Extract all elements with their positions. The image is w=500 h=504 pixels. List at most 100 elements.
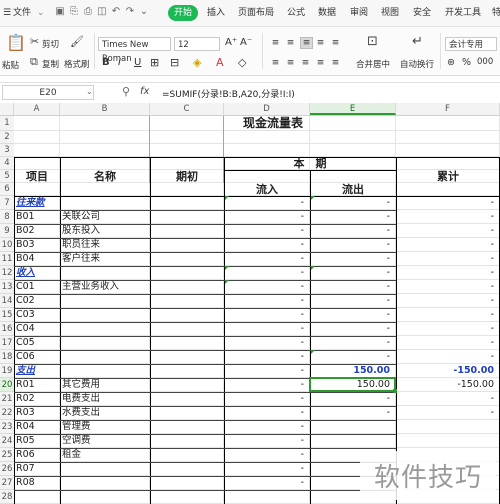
cell-d-14[interactable]: - — [226, 294, 304, 308]
name-box[interactable]: E20 — [2, 85, 94, 100]
item-name[interactable] — [62, 476, 148, 490]
percent-button[interactable]: % — [462, 57, 471, 68]
item-name[interactable]: 客户往来 — [62, 252, 148, 266]
cell-f-21[interactable]: - — [398, 392, 494, 406]
item-name[interactable]: 其它费用 — [62, 378, 148, 392]
cell-f-22[interactable]: - — [398, 406, 494, 420]
row-header-7[interactable]: 7 — [0, 196, 14, 210]
item-code[interactable]: R08 — [16, 476, 58, 490]
cell-e-13[interactable]: - — [312, 280, 390, 294]
cell-e-10[interactable]: - — [312, 238, 390, 252]
cell-d-11[interactable]: - — [226, 252, 304, 266]
cell-f-8[interactable]: - — [398, 210, 494, 224]
number-format-select[interactable]: 会计专用 — [445, 37, 497, 51]
underline-button[interactable]: U — [134, 57, 141, 68]
item-name[interactable] — [62, 350, 148, 364]
align-left-icon[interactable]: ≡ — [270, 58, 281, 68]
row-header-3[interactable]: 3 — [0, 144, 14, 157]
cell-f-11[interactable]: - — [398, 252, 494, 266]
align-middle-icon[interactable]: ≡ — [285, 38, 296, 48]
wrap-text-button[interactable]: 自动换行 — [400, 58, 434, 70]
row-header-20[interactable]: 20 — [0, 378, 14, 392]
cell-f-12[interactable]: - — [398, 266, 494, 280]
cell-d-22[interactable]: - — [226, 406, 304, 420]
row-header-28[interactable]: 28 — [0, 490, 14, 504]
row-header-26[interactable]: 26 — [0, 462, 14, 476]
cell-d-15[interactable]: - — [226, 308, 304, 322]
align-top-icon[interactable]: ≡ — [270, 38, 281, 48]
undo-icon[interactable]: ↶ — [111, 7, 121, 17]
row-header-16[interactable]: 16 — [0, 322, 14, 336]
row-header-21[interactable]: 21 — [0, 392, 14, 406]
item-name[interactable] — [62, 322, 148, 336]
cut-button[interactable]: 剪切 — [42, 38, 59, 50]
merge-center-button[interactable]: 合并居中 — [356, 58, 390, 70]
indent-increase-icon[interactable]: ≡ — [330, 38, 341, 48]
row-header-27[interactable]: 27 — [0, 476, 14, 490]
thousands-button[interactable]: 000 — [477, 57, 493, 67]
cell-d-27[interactable]: - — [226, 476, 304, 490]
row-header-24[interactable]: 24 — [0, 434, 14, 448]
paste-button[interactable]: 粘贴 — [2, 59, 19, 71]
item-name[interactable] — [62, 364, 148, 378]
cell-area[interactable]: 现金流量表 项目 名称 期初本 期流入 流出 累计 往来款 - - - B01 关联公司 - - - B02 股… — [14, 116, 500, 504]
item-code[interactable]: R04 — [16, 420, 58, 434]
row-header-5[interactable]: 5 — [0, 170, 14, 183]
column-header-f[interactable]: F — [396, 103, 500, 115]
item-code[interactable]: C04 — [16, 322, 58, 336]
item-name[interactable]: 空调费 — [62, 434, 148, 448]
item-name[interactable] — [62, 196, 148, 210]
item-code[interactable]: R03 — [16, 406, 58, 420]
tab-security[interactable]: 安全 — [413, 6, 431, 20]
file-menu[interactable]: 文件 — [13, 6, 31, 20]
cell-e-8[interactable]: - — [312, 210, 390, 224]
copy-button[interactable]: 复制 — [42, 58, 59, 70]
row-header-1[interactable]: 1 — [0, 116, 14, 131]
cell-e-14[interactable]: - — [312, 294, 390, 308]
item-code[interactable]: R05 — [16, 434, 58, 448]
hamburger-icon[interactable]: ☰ — [3, 6, 11, 20]
row-header-9[interactable]: 9 — [0, 224, 14, 238]
eraser-icon[interactable]: ◇ — [238, 56, 246, 69]
item-name[interactable]: 电费支出 — [62, 392, 148, 406]
tab-formulas[interactable]: 公式 — [287, 6, 305, 20]
bold-button[interactable]: B — [102, 57, 110, 68]
tab-data[interactable]: 数据 — [318, 6, 336, 20]
item-name[interactable]: 主营业务收入 — [62, 280, 148, 294]
cell-f-18[interactable]: - — [398, 350, 494, 364]
select-all-corner[interactable] — [0, 103, 14, 115]
tab-home[interactable]: 开始 — [168, 5, 199, 21]
cell-d-8[interactable]: - — [226, 210, 304, 224]
column-header-a[interactable]: A — [14, 103, 60, 115]
item-name[interactable] — [62, 336, 148, 350]
item-code[interactable]: C05 — [16, 336, 58, 350]
cell-e-7[interactable]: - — [312, 196, 390, 210]
item-name[interactable] — [62, 266, 148, 280]
tab-review[interactable]: 审阅 — [350, 6, 368, 20]
cell-d-12[interactable]: - — [226, 266, 304, 280]
column-header-e[interactable]: E — [310, 103, 396, 115]
item-code[interactable]: C03 — [16, 308, 58, 322]
align-center-icon[interactable]: ≡ — [285, 58, 296, 68]
brush-icon[interactable]: 🖌 — [70, 36, 84, 48]
align-bottom-icon[interactable]: ≡ — [300, 37, 313, 49]
redo-icon[interactable]: ↷ — [125, 7, 135, 17]
scissors-icon[interactable]: ✂ — [30, 36, 39, 48]
italic-button[interactable]: I — [118, 57, 121, 68]
cell-e-23[interactable] — [312, 420, 390, 434]
row-header-2[interactable]: 2 — [0, 131, 14, 144]
tab-page-layout[interactable]: 页面布局 — [238, 6, 274, 20]
cell-f-14[interactable]: - — [398, 294, 494, 308]
item-code[interactable]: C02 — [16, 294, 58, 308]
cell-e-22[interactable]: - — [312, 406, 390, 420]
item-code[interactable]: C06 — [16, 350, 58, 364]
cell-d-25[interactable]: - — [226, 448, 304, 462]
distribute-icon[interactable]: ≡ — [330, 58, 341, 68]
item-name[interactable]: 职员往来 — [62, 238, 148, 252]
cell-e-19[interactable]: 150.00 — [312, 364, 390, 378]
copy-icon[interactable]: ⧉ — [30, 56, 38, 68]
cell-d-10[interactable]: - — [226, 238, 304, 252]
export-icon[interactable]: ⎘ — [69, 7, 79, 17]
preview-icon[interactable]: ◫ — [97, 7, 107, 17]
column-header-c[interactable]: C — [150, 103, 224, 115]
